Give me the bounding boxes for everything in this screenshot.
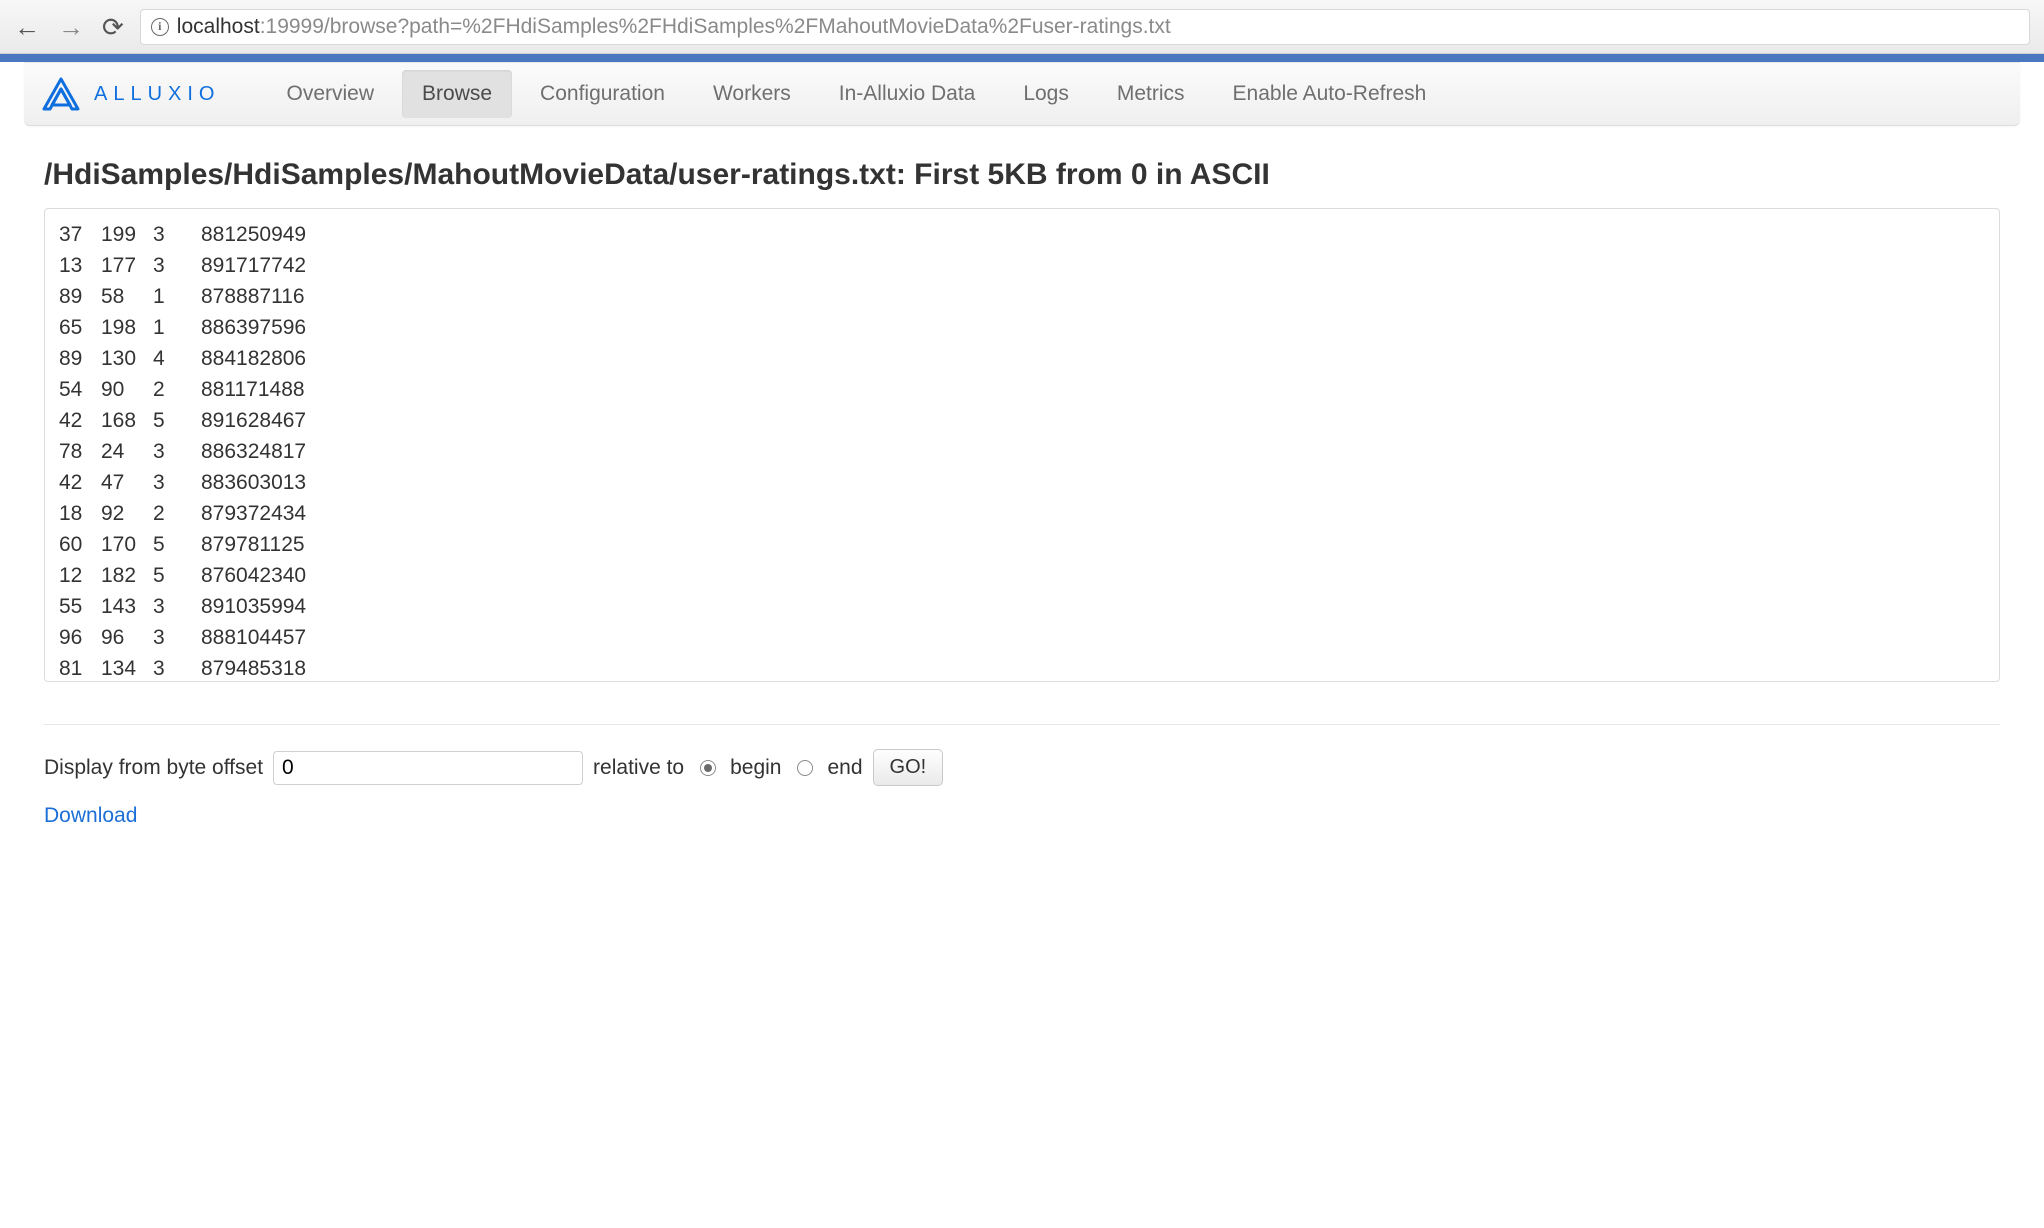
separator — [44, 724, 2000, 725]
begin-label: begin — [730, 756, 781, 780]
file-row: 811343879485318 — [59, 653, 1985, 682]
end-radio[interactable] — [797, 760, 813, 776]
file-row: 371993881250949 — [59, 219, 1985, 250]
begin-radio[interactable] — [700, 760, 716, 776]
accent-strip — [0, 54, 2044, 62]
address-bar[interactable]: i localhost:19999/browse?path=%2FHdiSamp… — [140, 9, 2030, 45]
nav-item-enable-auto-refresh[interactable]: Enable Auto-Refresh — [1213, 70, 1447, 118]
nav-item-metrics[interactable]: Metrics — [1097, 70, 1205, 118]
main-content: /HdiSamples/HdiSamples/MahoutMovieData/u… — [0, 126, 2044, 888]
offset-form: Display from byte offset relative to beg… — [44, 749, 2000, 786]
back-icon[interactable]: ← — [14, 14, 40, 40]
file-row: 551433891035994 — [59, 591, 1985, 622]
file-preview-box: 3719938812509491317738917177428958187888… — [44, 208, 2000, 682]
file-row: 96963888104457 — [59, 622, 1985, 653]
offset-input[interactable] — [273, 751, 583, 785]
brand[interactable]: ALLUXIO — [40, 77, 220, 111]
forward-icon: → — [58, 14, 84, 40]
app-navbar: ALLUXIO OverviewBrowseConfigurationWorke… — [24, 62, 2020, 126]
brand-name: ALLUXIO — [94, 83, 220, 106]
file-row: 651981886397596 — [59, 312, 1985, 343]
nav-item-workers[interactable]: Workers — [693, 70, 811, 118]
file-row: 131773891717742 — [59, 250, 1985, 281]
end-label: end — [827, 756, 862, 780]
file-row: 601705879781125 — [59, 529, 1985, 560]
file-row: 42473883603013 — [59, 467, 1985, 498]
browser-nav-arrows: ← → ⟳ — [14, 14, 124, 40]
browser-toolbar: ← → ⟳ i localhost:19999/browse?path=%2FH… — [0, 0, 2044, 54]
offset-label: Display from byte offset — [44, 756, 263, 780]
file-row: 891304884182806 — [59, 343, 1985, 374]
nav-items: OverviewBrowseConfigurationWorkersIn-All… — [266, 70, 1446, 118]
nav-item-browse[interactable]: Browse — [402, 70, 512, 118]
file-row: 89581878887116 — [59, 281, 1985, 312]
brand-logo-icon — [40, 77, 82, 111]
site-info-icon[interactable]: i — [151, 18, 169, 36]
file-row: 78243886324817 — [59, 436, 1985, 467]
download-link[interactable]: Download — [44, 804, 137, 828]
nav-item-logs[interactable]: Logs — [1003, 70, 1089, 118]
file-row: 421685891628467 — [59, 405, 1985, 436]
nav-item-in-alluxio-data[interactable]: In-Alluxio Data — [819, 70, 996, 118]
url-path: :19999/browse?path=%2FHdiSamples%2FHdiSa… — [260, 15, 1171, 38]
relative-to-label: relative to — [593, 756, 684, 780]
url-host: localhost — [177, 15, 260, 38]
nav-item-overview[interactable]: Overview — [266, 70, 394, 118]
go-button[interactable]: GO! — [873, 749, 944, 786]
file-row: 54902881171488 — [59, 374, 1985, 405]
nav-item-configuration[interactable]: Configuration — [520, 70, 685, 118]
page-title: /HdiSamples/HdiSamples/MahoutMovieData/u… — [44, 158, 2000, 192]
file-row: 18922879372434 — [59, 498, 1985, 529]
reload-icon[interactable]: ⟳ — [102, 14, 124, 40]
file-row: 121825876042340 — [59, 560, 1985, 591]
